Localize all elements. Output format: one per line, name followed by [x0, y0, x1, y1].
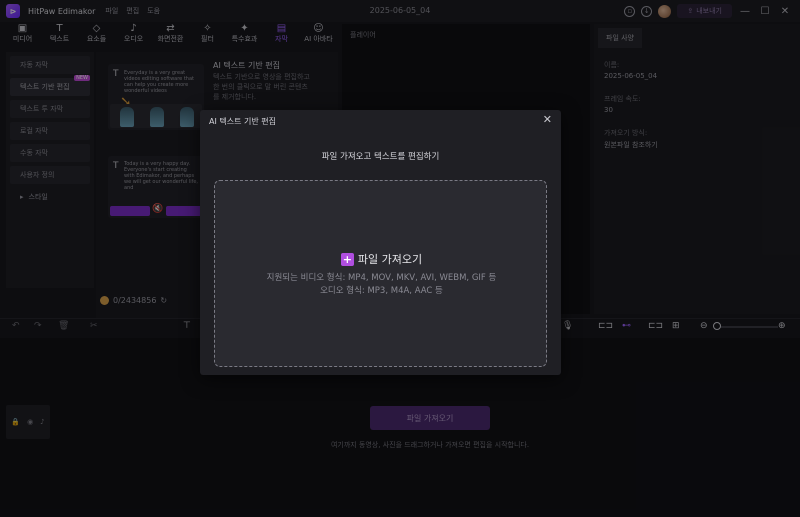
audio-formats: 오디오 형식: MP3, M4A, AAC 등 [320, 286, 443, 296]
close-icon[interactable]: ✕ [543, 113, 552, 126]
dialog-title: AI 텍스트 기반 편집 [209, 117, 276, 126]
app-window: ⊳ HitPaw Edimakor 파일 편집 도움 2025-06-05_04… [0, 0, 800, 517]
video-formats: 지원되는 비디오 형식: MP4, MOV, MKV, AVI, WEBM, G… [266, 273, 497, 283]
dialog-subtitle: 파일 가져오고 텍스트를 편집하기 [321, 152, 440, 162]
text-edit-dialog: AI 텍스트 기반 편집 ✕ 파일 가져오고 텍스트를 편집하기 + 파일 가져… [200, 110, 561, 375]
file-dropzone[interactable]: + 파일 가져오기 지원되는 비디오 형식: MP4, MOV, MKV, AV… [214, 180, 547, 367]
import-file-button[interactable]: + 파일 가져오기 [215, 251, 548, 267]
plus-icon: + [340, 252, 354, 266]
dropzone-title: 파일 가져오기 [357, 253, 423, 266]
